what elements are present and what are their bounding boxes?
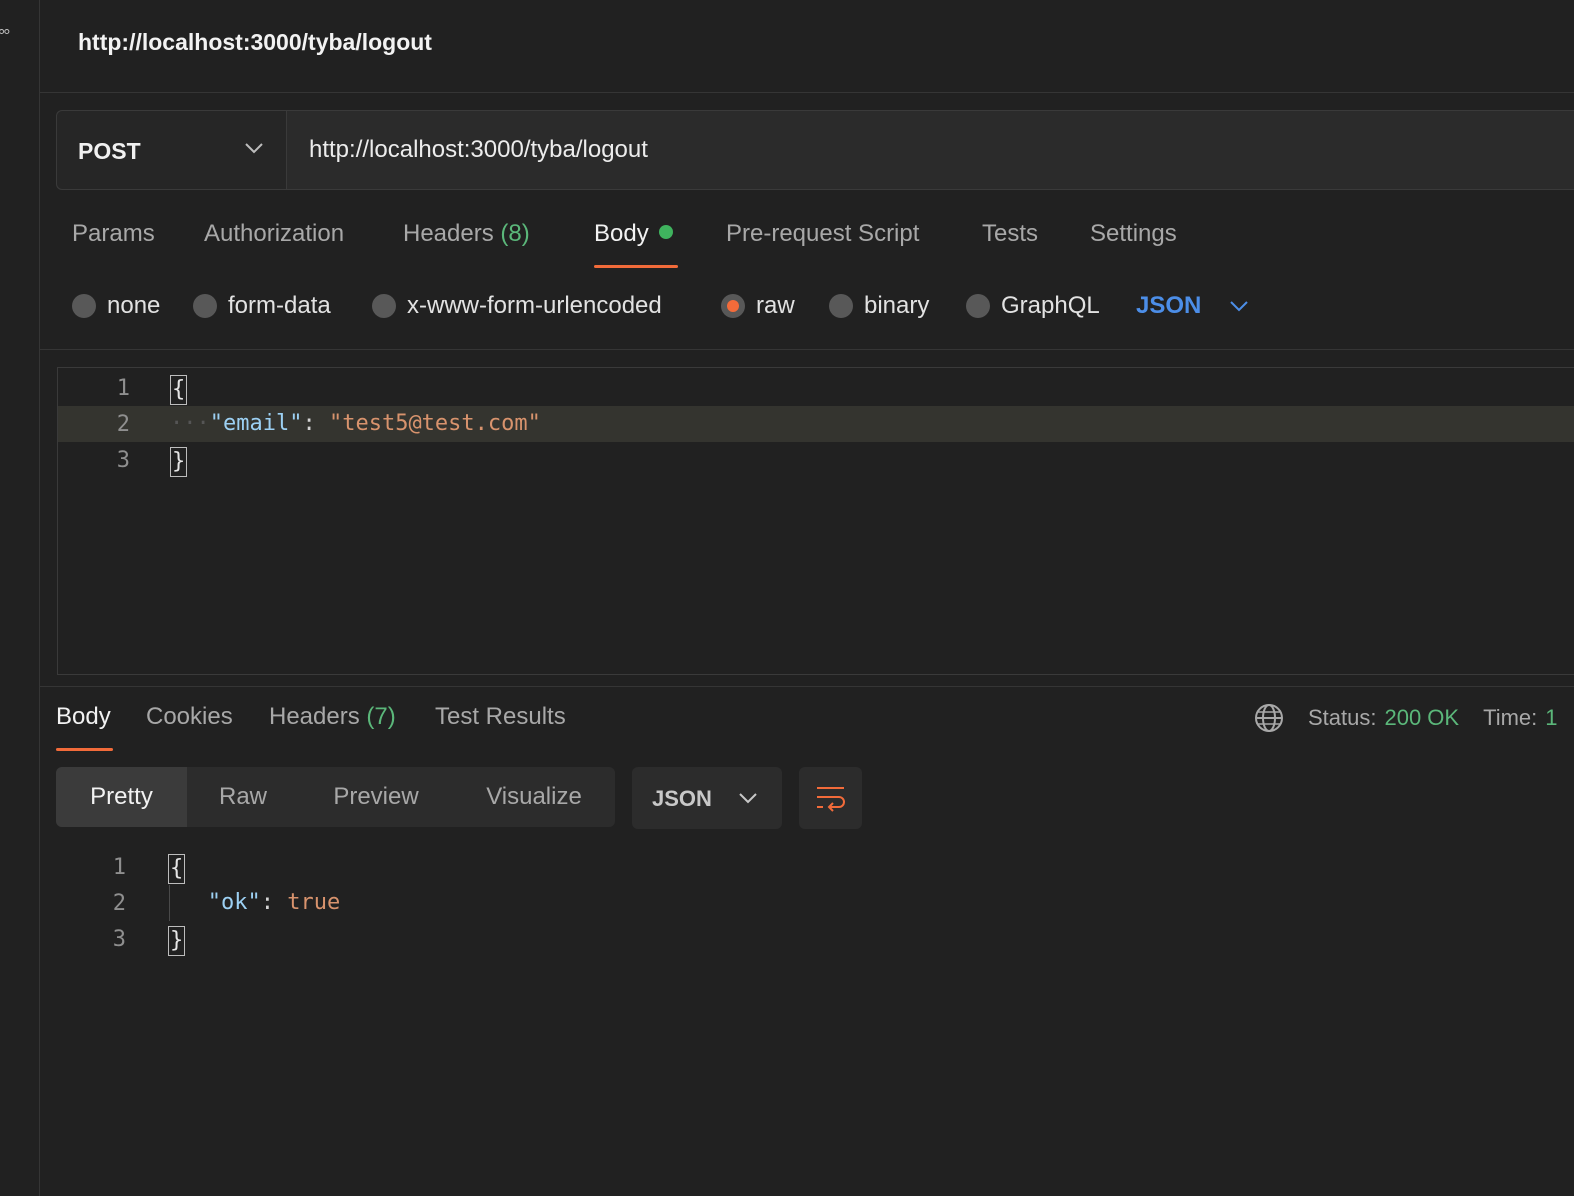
close-brace: } xyxy=(170,447,188,477)
response-format-label: JSON xyxy=(652,786,712,811)
time-value[interactable]: 1 xyxy=(1545,705,1557,731)
code-line-highlighted: 2 ···"email": "test5@test.com" xyxy=(58,406,1574,442)
response-tab-cookies[interactable]: Cookies xyxy=(146,703,233,731)
time-label: Time: xyxy=(1483,705,1538,730)
response-view-toggle: Pretty Raw Preview Visualize xyxy=(56,767,615,827)
line-number: 2 xyxy=(116,412,130,437)
json-value: "test5@test.com" xyxy=(328,411,541,436)
chevron-down-icon xyxy=(1230,301,1249,312)
body-type-binary[interactable]: binary xyxy=(829,292,929,320)
request-title[interactable]: http://localhost:3000/tyba/logout xyxy=(78,29,432,56)
method-label: POST xyxy=(78,138,141,164)
radio-graphql[interactable] xyxy=(966,294,990,318)
response-tab-headers[interactable]: Headers (7) xyxy=(269,703,396,731)
tab-settings[interactable]: Settings xyxy=(1090,220,1177,248)
left-rail: °° xyxy=(0,0,40,1196)
line-number: 1 xyxy=(116,376,130,401)
response-headers-count: (7) xyxy=(366,703,396,730)
chevron-down-icon xyxy=(245,143,263,154)
json-key: "email" xyxy=(209,411,303,436)
status-value[interactable]: 200 OK xyxy=(1384,705,1459,731)
body-type-urlencoded[interactable]: x-www-form-urlencoded xyxy=(372,292,662,320)
tab-params[interactable]: Params xyxy=(72,220,155,248)
wrap-lines-button[interactable] xyxy=(799,767,862,829)
response-tab-test-results[interactable]: Test Results xyxy=(435,703,566,731)
code-line: 2 "ok": true xyxy=(56,885,1574,921)
body-type-graphql[interactable]: GraphQL xyxy=(966,292,1100,320)
open-brace: { xyxy=(168,854,186,884)
radio-binary[interactable] xyxy=(829,294,853,318)
tab-authorization[interactable]: Authorization xyxy=(204,220,344,248)
wrap-lines-icon xyxy=(817,787,845,812)
tab-body[interactable]: Body xyxy=(594,220,673,248)
tab-headers[interactable]: Headers (8) xyxy=(403,220,530,248)
radio-form-data[interactable] xyxy=(193,294,217,318)
view-raw-button[interactable]: Raw xyxy=(187,767,299,827)
url-bar: POST http://localhost:3000/tyba/logout xyxy=(56,110,1574,190)
request-body-editor[interactable]: 1 { 2 ···"email": "test5@test.com" 3 } xyxy=(57,367,1574,675)
indent-guide xyxy=(169,885,170,921)
radio-none[interactable] xyxy=(72,294,96,318)
radio-raw[interactable] xyxy=(721,294,745,318)
view-visualize-button[interactable]: Visualize xyxy=(453,767,615,827)
request-title-bar: http://localhost:3000/tyba/logout xyxy=(40,0,1574,93)
body-active-dot xyxy=(658,225,673,239)
active-tab-underline xyxy=(594,265,678,268)
globe-icon[interactable] xyxy=(1254,703,1284,733)
response-format-select[interactable]: JSON xyxy=(632,767,782,829)
view-pretty-button[interactable]: Pretty xyxy=(56,767,187,827)
tab-pre-request-script[interactable]: Pre-request Script xyxy=(726,220,919,248)
body-language-label: JSON xyxy=(1136,292,1202,319)
url-text: http://localhost:3000/tyba/logout xyxy=(309,136,648,163)
body-type-form-data[interactable]: form-data xyxy=(193,292,331,320)
close-brace: } xyxy=(168,926,186,956)
body-type-none[interactable]: none xyxy=(72,292,160,320)
json-key: "ok" xyxy=(207,890,261,915)
url-input[interactable]: http://localhost:3000/tyba/logout xyxy=(287,111,1574,189)
view-preview-button[interactable]: Preview xyxy=(299,767,453,827)
sidebar-collapse-icon[interactable]: °° xyxy=(0,26,10,47)
divider xyxy=(40,686,1574,687)
response-tab-body[interactable]: Body xyxy=(56,703,111,731)
active-response-tab-underline xyxy=(56,748,113,751)
radio-urlencoded[interactable] xyxy=(372,294,396,318)
response-body-viewer[interactable]: 1 { 2 "ok": true 3 } xyxy=(56,849,1574,969)
line-number: 3 xyxy=(112,927,126,952)
open-brace: { xyxy=(170,375,188,405)
code-line: 1 { xyxy=(58,370,1574,406)
body-language-select[interactable]: JSON xyxy=(1136,292,1249,320)
response-meta: Status: 200 OK Time: 1 xyxy=(1254,703,1558,733)
tab-tests[interactable]: Tests xyxy=(982,220,1038,248)
divider xyxy=(40,349,1574,350)
code-line: 1 { xyxy=(56,849,1574,885)
line-number: 1 xyxy=(112,855,126,880)
json-value: true xyxy=(287,890,341,915)
status-label: Status: xyxy=(1308,705,1377,730)
headers-count: (8) xyxy=(500,220,530,247)
code-line: 3 } xyxy=(58,442,1574,478)
method-select[interactable]: POST xyxy=(57,111,287,189)
chevron-down-icon xyxy=(739,793,757,804)
line-number: 2 xyxy=(112,891,126,916)
line-number: 3 xyxy=(116,448,130,473)
code-line: 3 } xyxy=(56,921,1574,957)
body-type-raw[interactable]: raw xyxy=(721,292,795,320)
